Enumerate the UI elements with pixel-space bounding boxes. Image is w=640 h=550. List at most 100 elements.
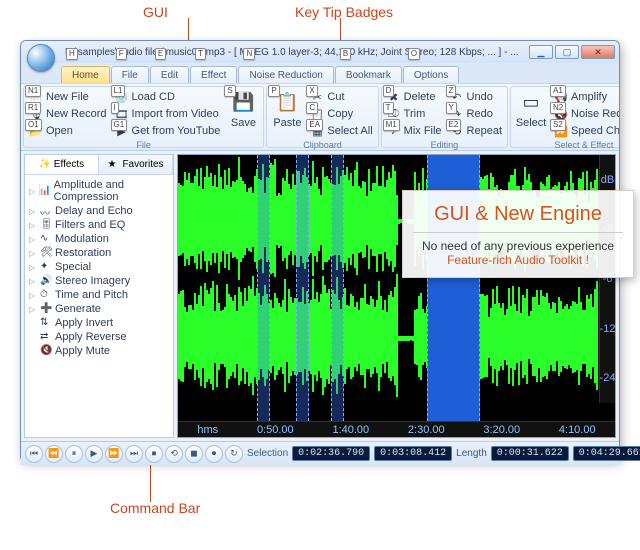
ribbon-get-from-youtube[interactable]: G1 ▶ Get from YouTube bbox=[113, 123, 223, 139]
tree-node-stereo-imagery[interactable]: ▷🔊Stereo Imagery bbox=[29, 274, 169, 288]
keytip: N2 bbox=[550, 102, 566, 114]
tab-bookmark[interactable]: BBookmark bbox=[335, 66, 402, 83]
expand-icon: ▷ bbox=[29, 263, 37, 272]
length-current: 0:00:31.622 bbox=[491, 446, 569, 461]
tab-options[interactable]: OOptions bbox=[403, 66, 459, 83]
selection-region[interactable] bbox=[331, 155, 344, 421]
transport-button[interactable]: ⏭ bbox=[125, 445, 143, 463]
ribbon-open[interactable]: O1 📂 Open bbox=[27, 123, 109, 139]
node-icon: 〰 bbox=[40, 205, 52, 217]
tree-node-time-and-pitch[interactable]: ▷⏱Time and Pitch bbox=[29, 288, 169, 302]
tree-node-restoration[interactable]: ▷🛠Restoration bbox=[29, 246, 169, 260]
ribbon-select-all[interactable]: EA ▦ Select All bbox=[308, 123, 374, 139]
ribbon-select[interactable]: ▭ Select bbox=[514, 89, 548, 130]
tree-node-amplitude-and-compression[interactable]: ▷📊Amplitude and Compression bbox=[29, 178, 169, 204]
timeline-tick: 4:10.00 bbox=[559, 424, 596, 436]
ribbon-group-editing: D ✖ Delete T ⎄ Trim M1 ♪ Mix File Z ↶ Un… bbox=[381, 86, 508, 148]
transport-button[interactable]: ⏺ bbox=[205, 445, 223, 463]
effects-icon: ✨ bbox=[39, 159, 51, 171]
tree-node-modulation[interactable]: ▷∿Modulation bbox=[29, 232, 169, 246]
transport-button[interactable]: ⏩ bbox=[105, 445, 123, 463]
node-icon: 🔇 bbox=[40, 345, 52, 357]
tab-noise-reduction[interactable]: NNoise Reduction bbox=[238, 66, 333, 83]
close-button[interactable]: ✕ bbox=[581, 45, 615, 59]
selection-start: 0:02:36.790 bbox=[292, 446, 370, 461]
keytip: EA bbox=[306, 119, 323, 131]
transport-button[interactable]: ↻ bbox=[225, 445, 243, 463]
promo-line1: No need of any previous experience bbox=[413, 239, 623, 253]
ribbon-repeat[interactable]: E2 ⟲ Repeat bbox=[448, 123, 504, 139]
tree-node-special[interactable]: ▷✦Special bbox=[29, 260, 169, 274]
keytip: T bbox=[383, 102, 394, 114]
transport-button[interactable]: ⏸ bbox=[65, 445, 83, 463]
ribbon-save[interactable]: S 💾 Save bbox=[226, 89, 260, 130]
expand-icon: ▷ bbox=[29, 277, 37, 286]
tab-edit[interactable]: EEdit bbox=[150, 66, 189, 83]
tree-node-apply-mute[interactable]: 🔇Apply Mute bbox=[29, 344, 169, 358]
tree-node-filters-and-eq[interactable]: ▷🎚Filters and EQ bbox=[29, 218, 169, 232]
expand-icon: ▷ bbox=[29, 187, 36, 196]
keytip: T bbox=[195, 48, 206, 60]
node-icon: ➕ bbox=[40, 303, 52, 315]
expand-icon: ▷ bbox=[29, 305, 37, 314]
keytip: S bbox=[224, 85, 235, 97]
tab-effect[interactable]: TEffect bbox=[190, 66, 237, 83]
length-total: 0:04:29.661 bbox=[573, 446, 640, 461]
tree-node-apply-invert[interactable]: ⇅Apply Invert bbox=[29, 316, 169, 330]
keytip: M1 bbox=[383, 119, 400, 131]
selection-region[interactable] bbox=[257, 155, 270, 421]
transport-button[interactable]: ⟲ bbox=[165, 445, 183, 463]
callout-keytip: Key Tip Badges bbox=[295, 4, 393, 20]
node-icon: ∿ bbox=[40, 233, 52, 245]
tree-node-delay-and-echo[interactable]: ▷〰Delay and Echo bbox=[29, 204, 169, 218]
window-title: D:\samples\audio files\music01.mp3 - [ M… bbox=[65, 47, 519, 58]
timeline[interactable]: hms0:50.001:40.002:30.003:20.004:10.00 bbox=[178, 421, 615, 437]
selection-region[interactable] bbox=[296, 155, 309, 421]
ribbon-group-file: N1 📄 New File R1 🎙 New Record O1 📂 Open … bbox=[23, 86, 264, 148]
expand-icon: ▷ bbox=[29, 207, 37, 216]
maximize-button[interactable]: ▢ bbox=[555, 45, 579, 59]
ribbon-load-cd[interactable]: L1 💿 Load CD bbox=[113, 89, 223, 105]
expand-icon: ▷ bbox=[29, 221, 37, 230]
sidebar-tab-effects[interactable]: ✨Effects bbox=[25, 155, 99, 174]
ribbon-tabstrip: HHomeFFileEEditTEffectNNoise ReductionBB… bbox=[21, 63, 619, 83]
promo-title: GUI & New Engine bbox=[413, 203, 623, 233]
timeline-tick: 2:30.00 bbox=[408, 424, 445, 436]
ribbon-import-from-video[interactable]: I 🎞 Import from Video bbox=[113, 106, 223, 122]
ribbon-paste[interactable]: P 📋 Paste bbox=[270, 89, 304, 130]
transport-button[interactable]: ⏹ bbox=[145, 445, 163, 463]
transport-button[interactable]: ◼ bbox=[185, 445, 203, 463]
tab-home[interactable]: HHome bbox=[61, 66, 110, 83]
callout-gui: GUI bbox=[143, 4, 168, 20]
favorites-icon: ★ bbox=[107, 159, 119, 171]
tree-node-generate[interactable]: ▷➕Generate bbox=[29, 302, 169, 316]
node-icon: 📊 bbox=[39, 185, 51, 197]
keytip: S2 bbox=[550, 119, 566, 131]
minimize-button[interactable]: ▁ bbox=[529, 45, 553, 59]
expand-icon: ▷ bbox=[29, 235, 37, 244]
tab-file[interactable]: FFile bbox=[111, 66, 149, 83]
transport-button[interactable]: ⏪ bbox=[45, 445, 63, 463]
effects-sidebar: ✨Effects★Favorites ▷📊Amplitude and Compr… bbox=[24, 154, 174, 438]
sidebar-tab-favorites[interactable]: ★Favorites bbox=[99, 155, 173, 174]
node-icon: 🎚 bbox=[40, 219, 52, 231]
timeline-tick: 0:50.00 bbox=[257, 424, 294, 436]
ribbon-speed-change[interactable]: S2 ⏩ Speed Change bbox=[552, 123, 619, 139]
keytip: P bbox=[268, 85, 279, 97]
app-orb[interactable] bbox=[27, 44, 55, 72]
transport-button[interactable]: ▶ bbox=[85, 445, 103, 463]
keytip: G1 bbox=[111, 119, 128, 131]
timeline-tick: 3:20.00 bbox=[483, 424, 520, 436]
keytip: N bbox=[243, 48, 255, 60]
keytip: O bbox=[408, 48, 420, 60]
keytip: A1 bbox=[550, 85, 566, 97]
keytip: E2 bbox=[446, 119, 462, 131]
promo-line2: Feature-rich Audio Toolkit ! bbox=[413, 253, 623, 267]
keytip: X bbox=[306, 85, 317, 97]
ribbon-mix-file[interactable]: M1 ♪ Mix File bbox=[385, 123, 444, 139]
transport-button[interactable]: ⏮ bbox=[25, 445, 43, 463]
tree-node-apply-reverse[interactable]: ⇄Apply Reverse bbox=[29, 330, 169, 344]
ribbon-cut[interactable]: X ✂ Cut bbox=[308, 89, 374, 105]
node-icon: ⇄ bbox=[40, 331, 52, 343]
keytip: H bbox=[66, 48, 78, 60]
